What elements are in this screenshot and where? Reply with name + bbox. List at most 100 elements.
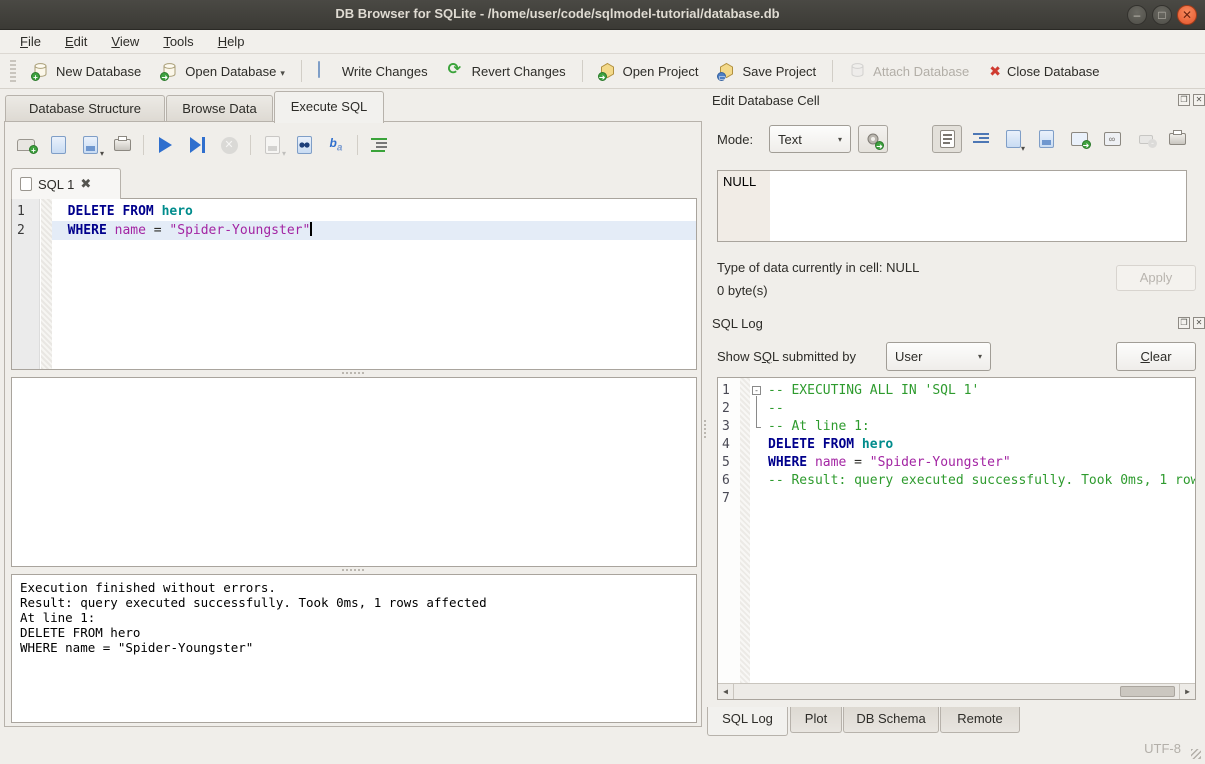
chevron-down-icon: ▾ bbox=[978, 352, 982, 361]
minimize-button[interactable]: – bbox=[1127, 5, 1147, 25]
close-sql-tab-icon[interactable]: ✖ bbox=[80, 176, 91, 192]
new-sql-tab-icon[interactable]: + bbox=[15, 134, 37, 156]
log-filter-combobox[interactable]: User▾ bbox=[886, 342, 991, 371]
scrollbar-thumb[interactable] bbox=[1120, 686, 1175, 697]
open-database-button[interactable]: ➜ Open Database ▾ bbox=[151, 58, 295, 84]
code-line-2-current: WHERE name = "Spider-Youngster" bbox=[52, 221, 696, 240]
clear-log-button[interactable]: Clear bbox=[1116, 342, 1196, 371]
maximize-button[interactable]: □ bbox=[1152, 5, 1172, 25]
attach-database-button: Attach Database bbox=[839, 58, 979, 84]
menu-edit[interactable]: Edit bbox=[55, 32, 97, 51]
cell-value-editor[interactable]: NULL bbox=[717, 170, 1187, 242]
tab-execute-sql[interactable]: Execute SQL bbox=[274, 91, 384, 123]
open-external-icon[interactable]: ➜ bbox=[1068, 128, 1090, 150]
log-fold-column: - bbox=[750, 378, 766, 683]
revert-changes-icon: ⟳ bbox=[448, 62, 466, 80]
open-project-button[interactable]: ➜ Open Project bbox=[589, 58, 709, 84]
tab-browse-data[interactable]: Browse Data bbox=[166, 95, 273, 122]
main-tab-bar: Database Structure Browse Data Execute S… bbox=[4, 89, 704, 122]
close-dock-icon[interactable]: ✕ bbox=[1193, 94, 1205, 106]
sql-log-pane[interactable]: 1 2 3 4 5 6 7 - -- EXECUTING ALL IN 'SQL… bbox=[717, 377, 1196, 700]
new-database-icon: + bbox=[32, 62, 50, 80]
print-icon[interactable] bbox=[111, 134, 133, 156]
window-title: DB Browser for SQLite - /home/user/code/… bbox=[0, 6, 1115, 21]
float-dock-icon[interactable]: ❐ bbox=[1178, 94, 1190, 106]
save-project-button[interactable]: ▭ Save Project bbox=[708, 58, 826, 84]
results-grid[interactable] bbox=[11, 377, 697, 567]
menu-tools[interactable]: Tools bbox=[153, 32, 203, 51]
log-line: -- bbox=[768, 400, 1195, 418]
open-database-dropdown[interactable]: ▾ bbox=[280, 68, 285, 80]
word-wrap-icon[interactable] bbox=[970, 128, 992, 150]
code-line-1: DELETE FROM hero bbox=[52, 202, 696, 221]
panel-splitter[interactable] bbox=[703, 420, 707, 438]
results-message-splitter[interactable] bbox=[5, 569, 701, 573]
import-cell-icon[interactable]: ▾ bbox=[1002, 128, 1024, 150]
find-icon[interactable] bbox=[293, 134, 315, 156]
log-line-number-gutter: 1 2 3 4 5 6 7 bbox=[718, 378, 740, 683]
text-mode-icon[interactable] bbox=[932, 125, 962, 153]
execution-message-pane: Execution finished without errors. Resul… bbox=[11, 574, 697, 723]
log-line: DELETE FROM hero bbox=[768, 436, 1195, 454]
status-bar: UTF-8 bbox=[0, 730, 1205, 764]
new-database-button[interactable]: + New Database bbox=[22, 58, 151, 84]
export-cell-icon[interactable] bbox=[1035, 128, 1057, 150]
menu-help[interactable]: Help bbox=[208, 32, 255, 51]
scroll-right-icon[interactable]: ▶ bbox=[1179, 684, 1195, 699]
format-sql-icon[interactable] bbox=[368, 134, 390, 156]
menu-view[interactable]: View bbox=[101, 32, 149, 51]
encoding-indicator: UTF-8 bbox=[1144, 741, 1181, 756]
save-project-icon: ▭ bbox=[718, 62, 736, 80]
close-button[interactable]: ✕ bbox=[1177, 5, 1197, 25]
scroll-left-icon[interactable]: ◀ bbox=[718, 684, 734, 699]
replace-icon[interactable]: ba bbox=[325, 134, 347, 156]
stop-icon: ✕ bbox=[218, 134, 240, 156]
mode-combobox[interactable]: Text▾ bbox=[769, 125, 851, 153]
editor-results-splitter[interactable] bbox=[5, 372, 701, 376]
toolbar-separator bbox=[832, 60, 833, 82]
resize-grip[interactable] bbox=[1191, 749, 1201, 759]
execute-all-icon[interactable] bbox=[154, 134, 176, 156]
revert-changes-button[interactable]: ⟳ Revert Changes bbox=[438, 58, 576, 84]
print-cell-icon[interactable] bbox=[1166, 128, 1188, 150]
editor-code-area[interactable]: DELETE FROM hero WHERE name = "Spider-Yo… bbox=[52, 199, 696, 369]
edit-cell-dock-title: Edit Database Cell bbox=[712, 93, 820, 108]
sql-file-icon bbox=[20, 177, 32, 191]
toolbar-drag-handle[interactable] bbox=[10, 60, 16, 82]
log-filter-label: Show SQL submitted by bbox=[717, 349, 856, 364]
write-changes-button[interactable]: Write Changes bbox=[308, 58, 438, 84]
sql-doc-tab[interactable]: SQL 1 ✖ bbox=[11, 168, 121, 199]
titlebar: DB Browser for SQLite - /home/user/code/… bbox=[0, 0, 1205, 30]
log-horizontal-scrollbar[interactable]: ◀ ▶ bbox=[718, 683, 1195, 699]
attach-database-icon bbox=[849, 62, 867, 80]
sql-editor[interactable]: 1 2 DELETE FROM hero WHERE name = "Spide… bbox=[11, 198, 697, 370]
sql-log-dock-buttons: ❐ ✕ bbox=[1178, 317, 1205, 329]
tab-database-structure[interactable]: Database Structure bbox=[5, 95, 165, 122]
close-database-icon: ✖ bbox=[989, 63, 1001, 80]
auto-apply-button[interactable]: ➜ bbox=[858, 125, 888, 153]
fold-marker-icon[interactable]: - bbox=[752, 386, 761, 395]
editor-line-number-gutter: 1 2 bbox=[12, 199, 40, 369]
sql-log-dock-title: SQL Log bbox=[712, 316, 763, 331]
save-results-icon: ▾ bbox=[261, 134, 283, 156]
execute-line-icon[interactable] bbox=[186, 134, 208, 156]
toolbar-separator bbox=[301, 60, 302, 82]
save-sql-file-icon[interactable]: ▾ bbox=[79, 134, 101, 156]
open-database-icon: ➜ bbox=[161, 62, 179, 80]
open-project-icon: ➜ bbox=[599, 62, 617, 80]
cell-size-info: 0 byte(s) bbox=[717, 283, 768, 298]
float-dock-icon[interactable]: ❐ bbox=[1178, 317, 1190, 329]
close-dock-icon[interactable]: ✕ bbox=[1193, 317, 1205, 329]
log-line: -- Result: query executed successfully. … bbox=[768, 472, 1195, 490]
apply-button: Apply bbox=[1116, 265, 1196, 291]
cell-value: NULL bbox=[723, 174, 756, 189]
open-sql-file-icon[interactable] bbox=[47, 134, 69, 156]
execute-sql-panel: + ▾ ✕ ▾ bbox=[4, 121, 702, 727]
edit-cell-dock-buttons: ❐ ✕ bbox=[1178, 94, 1205, 106]
mode-label: Mode: bbox=[717, 132, 753, 147]
close-database-button[interactable]: ✖ Close Database bbox=[979, 59, 1109, 84]
log-line: WHERE name = "Spider-Youngster" bbox=[768, 454, 1195, 472]
menu-file[interactable]: File bbox=[10, 32, 51, 51]
tab-sql-log[interactable]: SQL Log bbox=[707, 707, 788, 736]
link-cell-icon[interactable]: ∞ bbox=[1101, 128, 1123, 150]
